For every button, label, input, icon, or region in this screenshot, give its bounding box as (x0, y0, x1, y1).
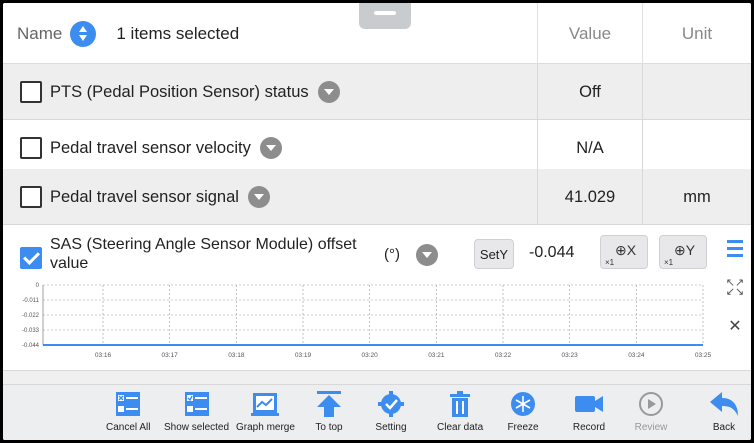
y-tick-label: -0.044 (22, 343, 40, 349)
row-value: Off (537, 64, 642, 120)
x-tick-label: 03:17 (162, 352, 179, 359)
show-selected-icon (179, 390, 215, 418)
row-name: Pedal travel sensor signal (50, 169, 270, 225)
dropdown-icon[interactable] (416, 244, 438, 266)
y-tick-label: -0.011 (22, 298, 39, 304)
show-selected-button[interactable]: Show selected (164, 385, 229, 440)
setting-icon (373, 390, 409, 418)
value-column-header: Value (537, 3, 642, 64)
zoom-x-label: ⊕X (615, 242, 637, 258)
graph-row-label: SAS (Steering Angle Sensor Module) offse… (50, 236, 357, 272)
fullscreen-icon[interactable]: ↖↗ ↙↘ (722, 275, 748, 301)
row-checkbox[interactable] (20, 186, 42, 208)
zoom-y-scale: ×1 (664, 258, 674, 267)
clear-data-label: Clear data (437, 422, 484, 433)
clear-data-button[interactable]: Clear data (437, 385, 483, 440)
unit-column-header: Unit (642, 3, 751, 64)
x-tick-label: 03:24 (628, 352, 645, 359)
graph-merge-button[interactable]: Graph merge (236, 385, 295, 440)
y-tick-label: 0 (36, 283, 40, 289)
to-top-icon (311, 390, 347, 418)
record-button[interactable]: Record (571, 385, 607, 440)
row-checkbox[interactable] (20, 137, 42, 159)
bottom-toolbar: Cancel All Show selected Graph merge To … (3, 384, 751, 440)
setting-button[interactable]: Setting (373, 385, 409, 440)
record-label: Record (572, 422, 606, 433)
collapse-handle[interactable] (359, 3, 411, 29)
back-icon (706, 390, 742, 418)
cancel-all-button[interactable]: Cancel All (106, 385, 150, 440)
zoom-x-scale: ×1 (605, 258, 615, 267)
name-header-label: Name (17, 23, 63, 43)
x-tick-label: 03:23 (562, 352, 579, 359)
record-icon (571, 390, 607, 418)
review-label: Review (634, 422, 668, 433)
row-checkbox[interactable] (20, 81, 42, 103)
set-y-button[interactable]: SetY (474, 239, 514, 269)
review-icon (633, 390, 669, 418)
table-row[interactable]: PTS (Pedal Position Sensor) status Off (3, 64, 751, 120)
table-row[interactable]: Pedal travel sensor velocity N/A (3, 120, 751, 176)
table-row[interactable]: Pedal travel sensor signal 41.029 mm (3, 169, 751, 225)
selected-count: 1 items selected (116, 23, 240, 43)
back-button[interactable]: Back (706, 385, 742, 440)
row-value: 41.029 (537, 169, 642, 225)
line-chart: 0 -0.011 -0.022 -0.033 -0.044 03:16 03:17 03:18… (22, 283, 712, 359)
x-tick-label: 03:21 (428, 352, 445, 359)
close-icon[interactable]: ✕ (722, 313, 748, 339)
to-top-button[interactable]: To top (311, 385, 347, 440)
y-tick-label: -0.022 (22, 313, 40, 319)
app-frame: Name 1 items selected Value Unit PTS (Pe… (3, 3, 751, 440)
row-unit (642, 64, 751, 120)
x-tick-label: 03:25 (695, 352, 712, 359)
graph-row[interactable]: SAS (Steering Angle Sensor Module) offse… (3, 225, 751, 371)
row-unit: mm (642, 169, 751, 225)
dropdown-icon[interactable] (317, 81, 340, 103)
sort-icon[interactable] (70, 20, 97, 47)
zoom-y-label: ⊕Y (674, 242, 696, 258)
row-checkbox-checked[interactable] (20, 247, 42, 269)
dropdown-icon[interactable] (259, 137, 282, 159)
row-name: Pedal travel sensor velocity (50, 120, 282, 176)
freeze-button[interactable]: Freeze (505, 385, 541, 440)
cancel-all-label: Cancel All (106, 422, 151, 433)
back-label: Back (712, 422, 736, 433)
x-tick-label: 03:20 (362, 352, 379, 359)
y-tick-label: -0.033 (22, 328, 40, 334)
freeze-label: Freeze (507, 422, 539, 433)
graph-merge-icon (247, 390, 283, 418)
row-label: Pedal travel sensor velocity (50, 138, 251, 157)
graph-row-unit: (°) (384, 246, 400, 263)
row-unit (642, 120, 751, 176)
row-value: N/A (537, 120, 642, 176)
row-name: PTS (Pedal Position Sensor) status (50, 64, 340, 120)
x-tick-label: 03:18 (228, 352, 245, 359)
row-label: PTS (Pedal Position Sensor) status (50, 82, 309, 101)
cancel-all-icon (110, 390, 146, 418)
graph-row-value: -0.044 (529, 244, 575, 261)
zoom-x-button[interactable]: ⊕X ×1 (600, 235, 648, 269)
zoom-y-button[interactable]: ⊕Y ×1 (659, 235, 707, 269)
name-column-header: Name 1 items selected (17, 3, 239, 64)
menu-icon[interactable] (722, 235, 748, 261)
x-tick-label: 03:16 (95, 352, 112, 359)
table-header: Name 1 items selected Value Unit (3, 3, 751, 64)
graph-merge-label: Graph merge (236, 422, 295, 433)
to-top-label: To top (315, 422, 343, 433)
x-tick-label: 03:19 (295, 352, 312, 359)
show-selected-label: Show selected (164, 422, 230, 433)
clear-data-icon (442, 390, 478, 418)
row-label: Pedal travel sensor signal (50, 187, 239, 206)
setting-label: Setting (375, 422, 407, 433)
review-button[interactable]: Review (633, 385, 669, 440)
dropdown-icon[interactable] (247, 186, 270, 208)
x-tick-label: 03:22 (495, 352, 512, 359)
freeze-icon (505, 390, 541, 418)
